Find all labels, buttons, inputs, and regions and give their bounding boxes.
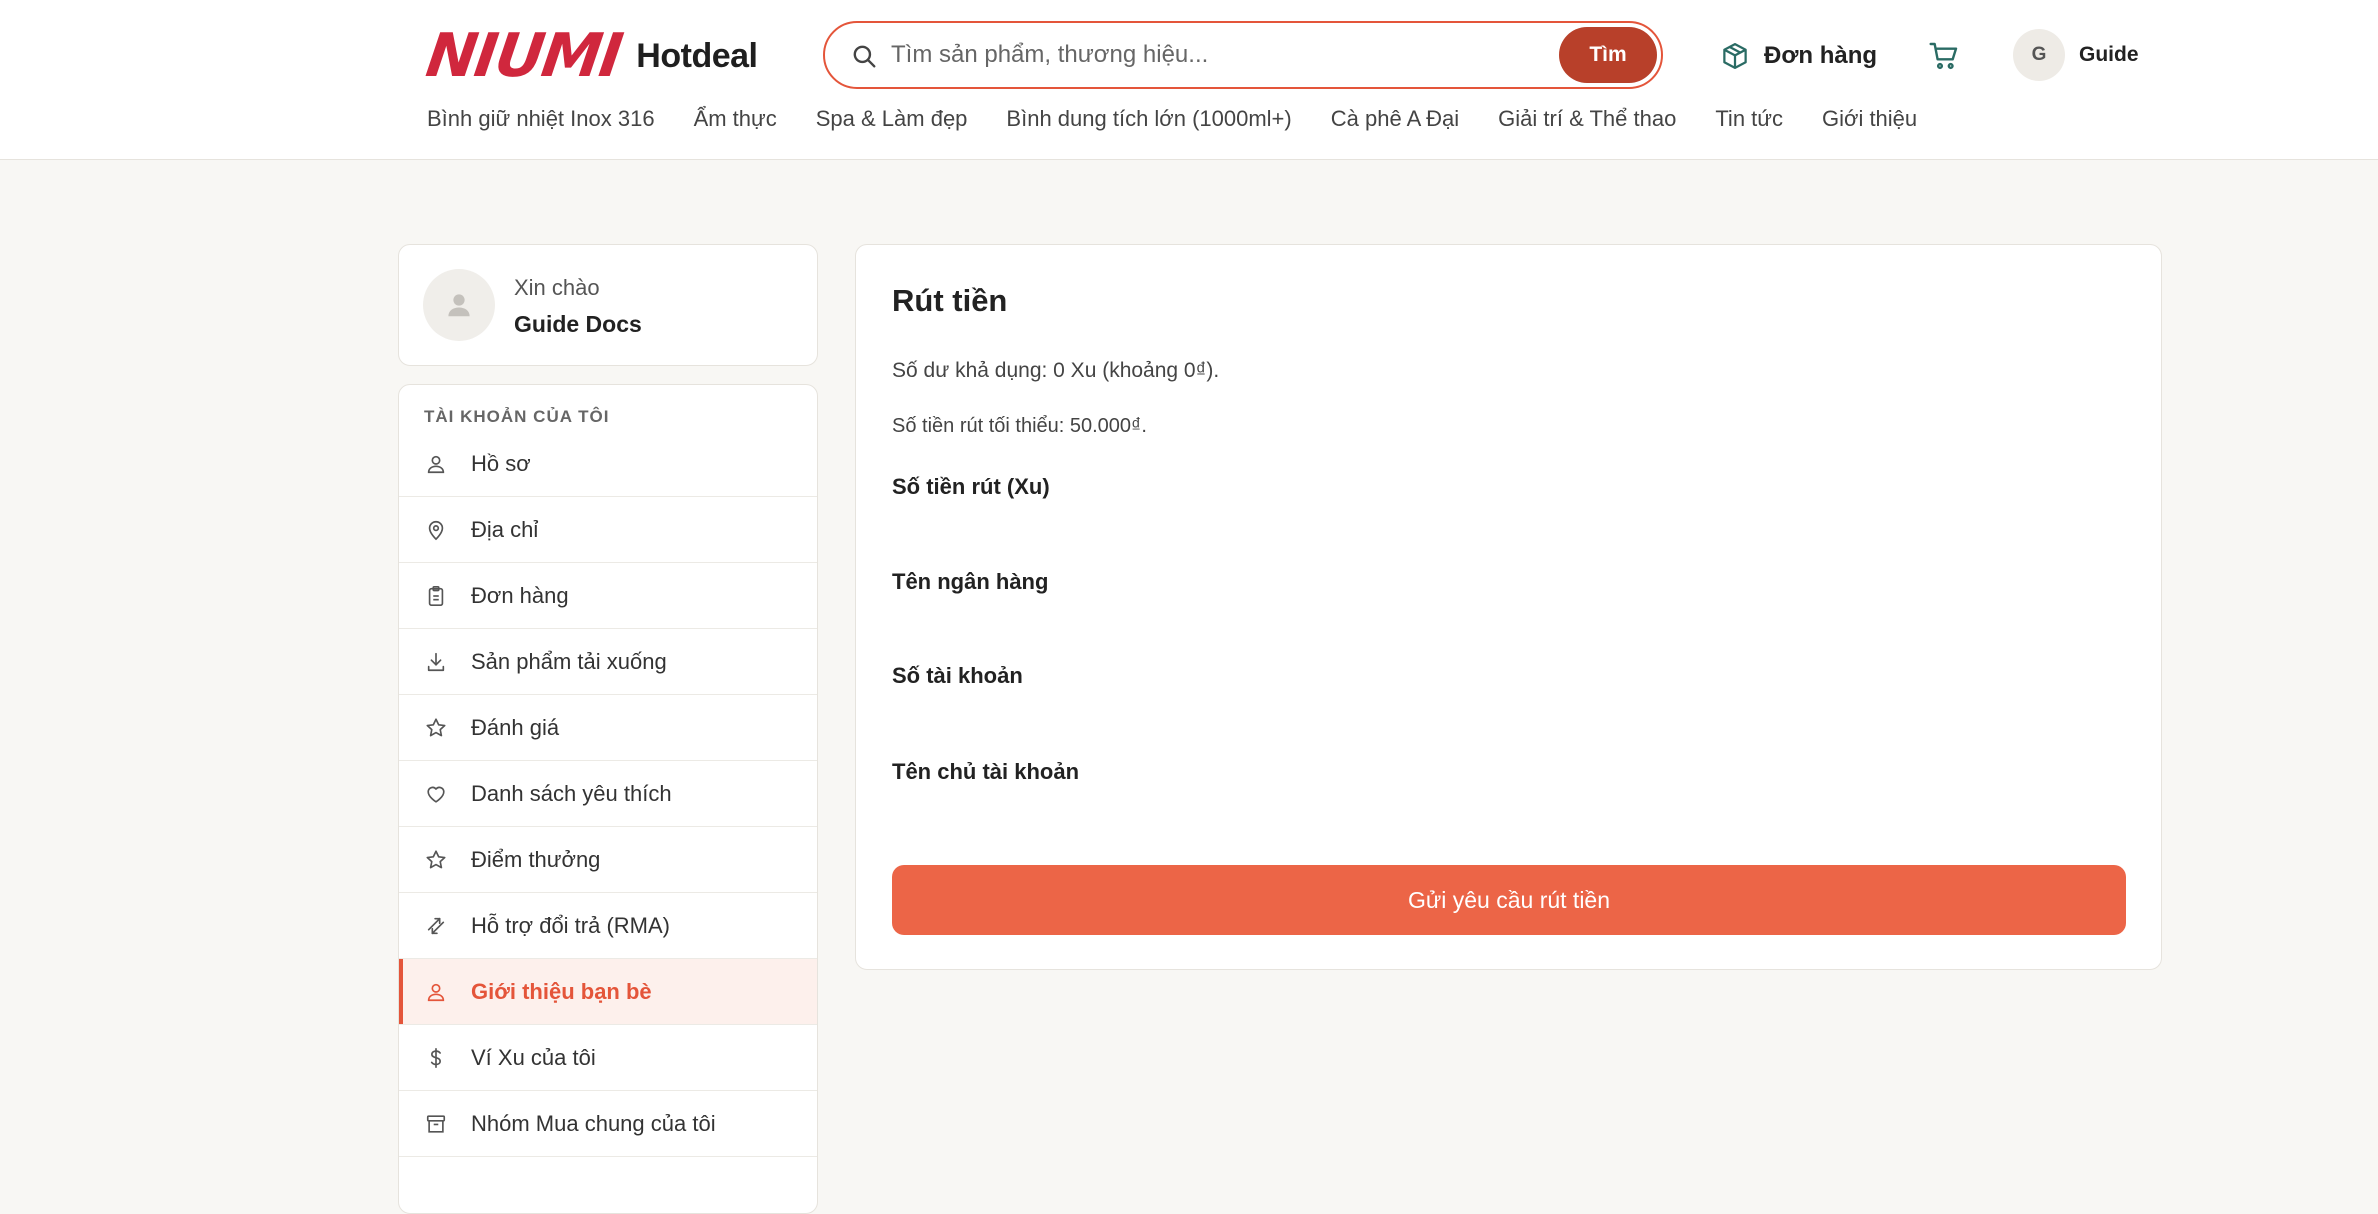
- nav-item-ca-phe[interactable]: Cà phê A Đại: [1331, 106, 1459, 140]
- search-input[interactable]: [891, 35, 1531, 75]
- withdraw-card: Rút tiền Số dư khả dụng: 0 Xu (khoảng 0₫…: [855, 244, 2162, 970]
- heart-icon: [427, 786, 445, 803]
- user-icon: [427, 983, 445, 1002]
- minimum-amount-text: Số tiền rút tối thiểu: 50.000₫.: [892, 415, 1147, 437]
- account-number-label: Số tài khoản: [892, 663, 1023, 688]
- page-title: Rút tiền: [892, 283, 1008, 318]
- sidebar-item-profile[interactable]: Hồ sơ: [399, 431, 817, 497]
- balance-text: Số dư khả dụng: 0 Xu (khoảng 0₫).: [892, 359, 1220, 382]
- user-silhouette-icon: [448, 294, 470, 317]
- sidebar-item-points[interactable]: Điểm thưởng: [399, 827, 817, 893]
- logo-mark: NIUMI: [422, 21, 626, 91]
- nav-item-tin-tuc[interactable]: Tin tức: [1715, 106, 1783, 140]
- sidebar-item-reviews[interactable]: Đánh giá: [399, 695, 817, 761]
- sidebar-item-label: Địa chỉ: [471, 517, 539, 542]
- site-header: NIUMI Hotdeal Tìm Đơn hàng G Guide Bình …: [0, 0, 2378, 160]
- account-holder-label: Tên chủ tài khoản: [892, 759, 1080, 784]
- sidebar-item-label: Nhóm Mua chung của tôi: [471, 1111, 716, 1136]
- user-icon: [427, 455, 445, 474]
- star-icon: [426, 718, 446, 737]
- account-menu: TÀI KHOẢN CỦA TÔI Hồ sơ Địa chỉ Đơn hàng: [398, 384, 818, 1214]
- sidebar-item-downloads[interactable]: Sản phẩm tải xuống: [399, 629, 817, 695]
- sidebar-item-label: Hồ sơ: [471, 451, 531, 476]
- sidebar-item-rma[interactable]: Hỗ trợ đổi trả (RMA): [399, 893, 817, 959]
- greeting-text: Xin chào: [514, 275, 600, 300]
- search-bar: Tìm: [823, 21, 1663, 89]
- nav-item-binh-dung-tich-lon[interactable]: Bình dung tích lớn (1000ml+): [1006, 106, 1291, 140]
- sidebar-item-label: Danh sách yêu thích: [471, 781, 672, 806]
- search-icon: [853, 45, 876, 68]
- nav-item-giai-tri[interactable]: Giải trí & Thể thao: [1498, 106, 1676, 140]
- submit-withdraw-button[interactable]: Gửi yêu cầu rút tiền: [892, 865, 2126, 935]
- download-icon: [427, 652, 445, 672]
- orders-link[interactable]: Đơn hàng: [1720, 36, 1877, 76]
- exchange-icon: [427, 917, 445, 935]
- category-nav: Bình giữ nhiệt Inox 316 Ẩm thực Spa & Là…: [427, 106, 1917, 140]
- sidebar-item-label: Đánh giá: [471, 715, 560, 740]
- sidebar-item-label: Hỗ trợ đổi trả (RMA): [471, 913, 671, 938]
- logo-subtitle: Hotdeal: [636, 37, 758, 75]
- amount-label: Số tiền rút (Xu): [892, 474, 1050, 499]
- greeting-card: Xin chào Guide Docs: [398, 244, 818, 366]
- bank-name-label: Tên ngân hàng: [892, 569, 1049, 594]
- nav-item-binh-giu-nhiet[interactable]: Bình giữ nhiệt Inox 316: [427, 106, 655, 140]
- clipboard-icon: [428, 586, 444, 606]
- sidebar-item-label: Đơn hàng: [471, 583, 569, 608]
- archive-icon: [426, 1115, 446, 1133]
- sidebar-item-label: Điểm thưởng: [471, 847, 601, 872]
- sidebar-item-wishlist[interactable]: Danh sách yêu thích: [399, 761, 817, 827]
- search-button[interactable]: Tìm: [1559, 27, 1657, 83]
- nav-item-gioi-thieu[interactable]: Giới thiệu: [1822, 106, 1917, 140]
- user-menu[interactable]: G Guide: [2013, 29, 2139, 81]
- logo[interactable]: NIUMI Hotdeal: [422, 21, 758, 91]
- profile-avatar: [423, 269, 495, 341]
- dollar-icon: [430, 1048, 441, 1068]
- orders-link-label: Đơn hàng: [1764, 42, 1878, 69]
- avatar: G: [2013, 29, 2065, 81]
- account-menu-title: TÀI KHOẢN CỦA TÔI: [424, 407, 610, 426]
- sidebar-item-address[interactable]: Địa chỉ: [399, 497, 817, 563]
- sidebar-item-label: Ví Xu của tôi: [471, 1045, 596, 1070]
- sidebar-item-wallet[interactable]: Ví Xu của tôi: [399, 1025, 817, 1091]
- sidebar-item-label: Sản phẩm tải xuống: [471, 649, 667, 674]
- greeting-name: Guide Docs: [514, 311, 642, 337]
- cart-icon[interactable]: [1927, 40, 1961, 72]
- package-icon: [1723, 43, 1747, 69]
- star-icon: [426, 850, 446, 869]
- nav-item-am-thuc[interactable]: Ẩm thực: [694, 106, 777, 140]
- sidebar-item-referral[interactable]: Giới thiệu bạn bè: [399, 959, 817, 1025]
- account-menu-list: Hồ sơ Địa chỉ Đơn hàng Sản phẩm tải xuốn…: [399, 431, 817, 1157]
- nav-item-spa[interactable]: Spa & Làm đẹp: [816, 106, 968, 140]
- map-pin-icon: [428, 520, 444, 541]
- sidebar-item-label: Giới thiệu bạn bè: [471, 979, 652, 1004]
- user-name: Guide: [2079, 43, 2139, 66]
- sidebar-item-group-buy[interactable]: Nhóm Mua chung của tôi: [399, 1091, 817, 1157]
- sidebar-item-orders[interactable]: Đơn hàng: [399, 563, 817, 629]
